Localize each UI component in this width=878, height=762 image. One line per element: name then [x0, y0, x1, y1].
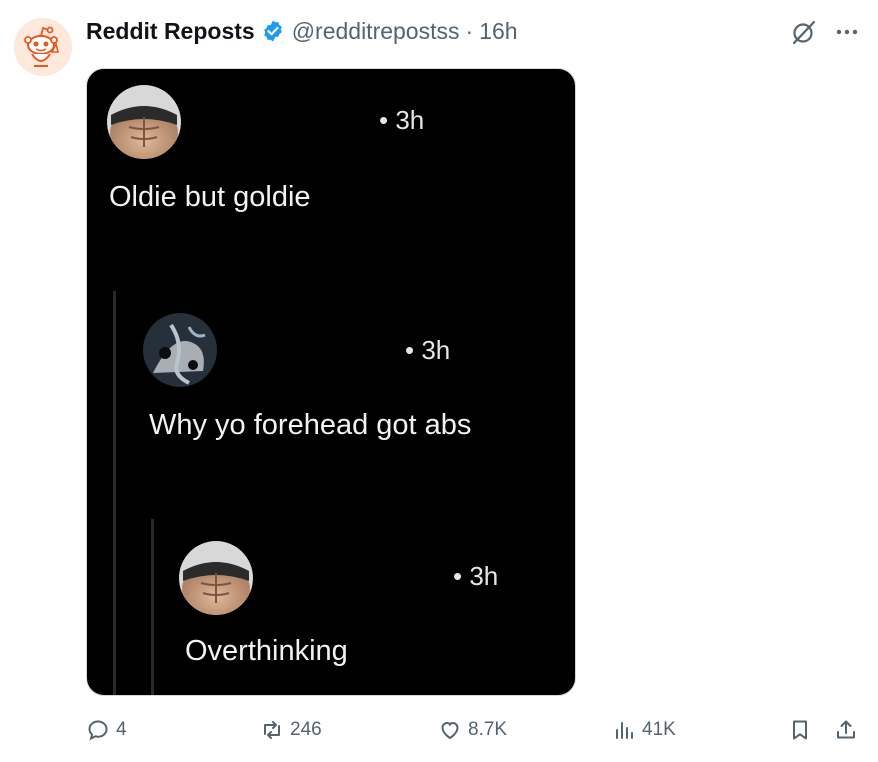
verified-badge-icon	[263, 20, 282, 42]
comment-text: Overthinking	[185, 635, 348, 667]
bookmark-icon	[793, 720, 807, 740]
repost-count: 246	[290, 719, 322, 740]
comment-avatar	[143, 313, 217, 387]
like-count: 8.7K	[468, 719, 508, 740]
post-time[interactable]: 16h	[479, 18, 517, 45]
views-button[interactable]: 41K	[612, 710, 676, 750]
like-icon	[441, 721, 459, 740]
post-media-image[interactable]: • 3h Oldie but goldie • 3h Why yo forehe…	[86, 68, 576, 696]
comment-text: Oldie but goldie	[109, 181, 311, 213]
repost-button[interactable]: 246	[260, 710, 322, 750]
grok-icon[interactable]	[790, 18, 818, 46]
author-avatar[interactable]	[14, 18, 72, 76]
bookmark-button[interactable]	[788, 710, 818, 750]
author-handle[interactable]: @redditrepostss	[292, 18, 460, 45]
comment-time: • 3h	[405, 335, 451, 365]
share-button[interactable]	[834, 710, 864, 750]
reply-button[interactable]: 4	[86, 710, 127, 750]
action-bar: 4 246 8.7K 41K	[0, 710, 878, 750]
meta-separator: ·	[465, 17, 474, 44]
like-button[interactable]: 8.7K	[438, 710, 507, 750]
more-icon[interactable]	[833, 18, 861, 46]
author-name[interactable]: Reddit Reposts	[86, 18, 255, 45]
views-count: 41K	[642, 719, 676, 740]
thread-line	[113, 291, 116, 695]
thread-line	[151, 519, 154, 695]
repost-icon	[264, 721, 280, 739]
share-icon	[837, 720, 855, 739]
post-header: Reddit Reposts @redditrepostss · 16h	[86, 14, 518, 48]
reddit-snoo-logo	[14, 18, 72, 76]
comment-text: Why yo forehead got abs	[149, 409, 472, 441]
comment-avatar	[179, 541, 253, 615]
reply-count: 4	[116, 719, 127, 740]
comment-time: • 3h	[379, 105, 425, 135]
reply-icon	[88, 720, 108, 741]
comment-avatar	[107, 85, 181, 159]
views-icon	[616, 722, 633, 739]
comment-time: • 3h	[453, 561, 499, 591]
